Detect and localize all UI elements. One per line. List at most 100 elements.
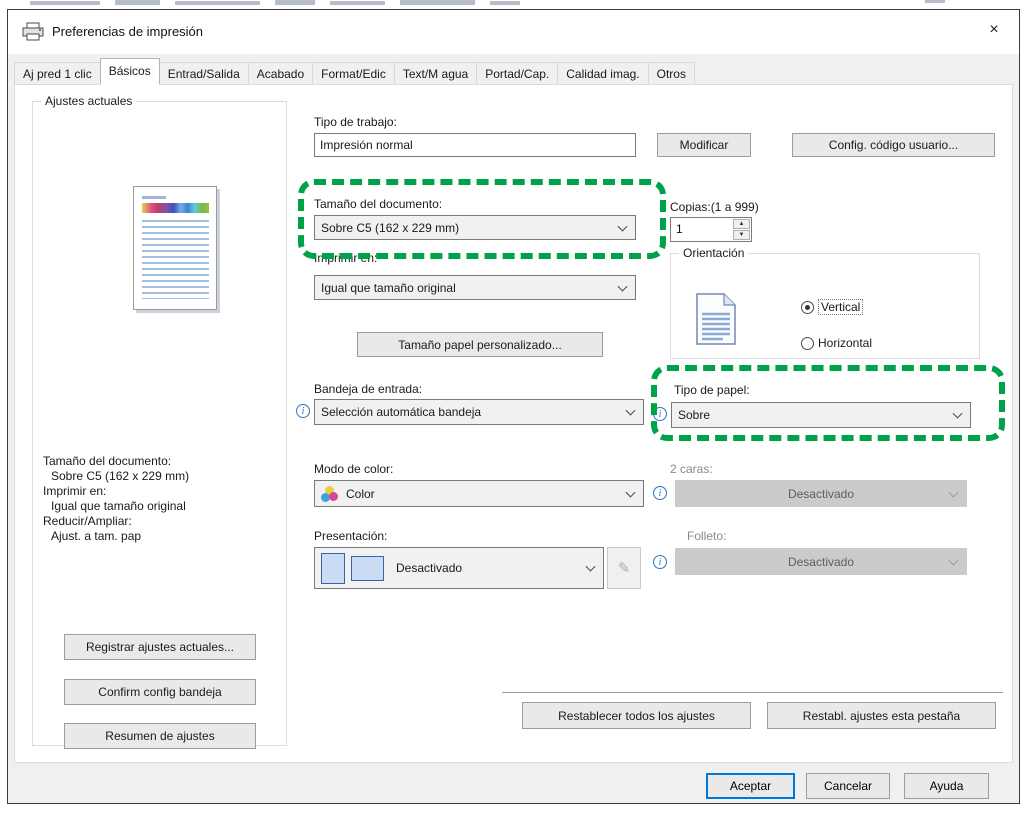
print-on-select[interactable]: Igual que tamaño original xyxy=(314,275,636,300)
print-on-label: Imprimir en: xyxy=(314,251,377,265)
presentation-value: Desactivado xyxy=(396,561,462,575)
orientation-group: Orientación Vertical Horizontal xyxy=(670,253,980,359)
presentation-label: Presentación: xyxy=(314,529,387,543)
preview-title-line xyxy=(142,196,166,199)
document-preview xyxy=(133,186,217,310)
background-text-fragment xyxy=(30,1,100,5)
paper-type-label: Tipo de papel: xyxy=(674,383,750,397)
background-text-fragment xyxy=(925,0,945,3)
tab-page-basicos: Ajustes actuales Tamaño del documento: S… xyxy=(14,84,1013,763)
radio-vertical[interactable] xyxy=(801,301,814,314)
user-code-config-button[interactable]: Config. código usuario... xyxy=(792,133,995,157)
chevron-down-icon xyxy=(618,281,628,291)
chevron-down-icon xyxy=(626,487,636,497)
background-text-fragment xyxy=(330,1,385,5)
booklet-select: Desactivado xyxy=(675,548,967,575)
tab-portad-cap[interactable]: Portad/Cap. xyxy=(476,62,558,85)
layout-landscape-icon xyxy=(351,556,384,581)
color-mode-select[interactable]: Color xyxy=(314,480,644,507)
spinner-down-icon[interactable]: ▼ xyxy=(733,230,750,240)
summary-print-on-value: Igual que tamaño original xyxy=(43,499,281,514)
input-tray-info-icon[interactable]: i xyxy=(296,404,310,418)
job-type-input[interactable] xyxy=(314,133,636,157)
chevron-down-icon xyxy=(618,221,628,231)
two-sided-select: Desactivado xyxy=(675,480,967,507)
custom-paper-size-button[interactable]: Tamaño papel personalizado... xyxy=(357,332,603,357)
radio-selected-dot xyxy=(805,305,810,310)
cancel-button[interactable]: Cancelar xyxy=(806,773,890,799)
reset-all-settings-button[interactable]: Restablecer todos los ajustes xyxy=(522,702,751,729)
current-settings-group: Ajustes actuales Tamaño del documento: S… xyxy=(32,101,287,746)
tab-basicos[interactable]: Básicos xyxy=(100,58,160,85)
color-balls-icon xyxy=(321,486,339,502)
summary-scale-label: Reducir/Ampliar: xyxy=(43,514,281,529)
chevron-down-icon xyxy=(626,406,636,416)
screenshot-stage: Preferencias de impresión × Aj pred 1 cl… xyxy=(0,0,1028,815)
paper-type-select[interactable]: Sobre xyxy=(671,402,971,428)
document-size-value: Sobre C5 (162 x 229 mm) xyxy=(321,221,459,235)
summary-print-on-label: Imprimir en: xyxy=(43,484,281,499)
close-icon[interactable]: × xyxy=(975,16,1013,44)
printer-icon xyxy=(21,22,45,42)
chevron-down-icon xyxy=(953,409,963,419)
background-text-fragment xyxy=(115,0,160,5)
reset-tab-settings-button[interactable]: Restabl. ajustes esta pestaña xyxy=(767,702,996,729)
layout-portrait-icon xyxy=(321,553,345,584)
summary-scale-value: Ajust. a tam. pap xyxy=(43,529,281,544)
settings-summary-button[interactable]: Resumen de ajustes xyxy=(64,723,256,749)
settings-summary: Tamaño del documento: Sobre C5 (162 x 22… xyxy=(43,454,281,544)
paper-type-value: Sobre xyxy=(678,408,710,422)
background-text-fragment xyxy=(175,1,260,5)
color-mode-value: Color xyxy=(346,487,375,501)
tab-entrad-salida[interactable]: Entrad/Salida xyxy=(159,62,249,85)
help-button[interactable]: Ayuda xyxy=(904,773,989,799)
tab-text-m-agua[interactable]: Text/M agua xyxy=(394,62,477,85)
confirm-tray-config-button[interactable]: Confirm config bandeja xyxy=(64,679,256,705)
two-sided-label: 2 caras: xyxy=(670,462,713,476)
background-text-fragment xyxy=(275,0,315,5)
booklet-label: Folleto: xyxy=(687,529,726,543)
spinner-up-icon[interactable]: ▲ xyxy=(733,219,750,229)
preview-text-lines xyxy=(142,220,209,299)
document-size-select[interactable]: Sobre C5 (162 x 229 mm) xyxy=(314,215,636,240)
input-tray-label: Bandeja de entrada: xyxy=(314,382,422,396)
register-current-settings-button[interactable]: Registrar ajustes actuales... xyxy=(64,634,256,660)
tab-calidad-imag[interactable]: Calidad imag. xyxy=(557,62,648,85)
tab-acabado[interactable]: Acabado xyxy=(248,62,313,85)
color-mode-label: Modo de color: xyxy=(314,462,393,476)
accept-button[interactable]: Aceptar xyxy=(706,773,795,799)
reset-separator xyxy=(502,692,1003,693)
current-settings-group-title: Ajustes actuales xyxy=(41,94,136,108)
tab-otros[interactable]: Otros xyxy=(648,62,695,85)
radio-horizontal-label[interactable]: Horizontal xyxy=(818,336,872,350)
two-sided-info-icon[interactable]: i xyxy=(653,486,667,500)
tab-aj-pred-1-clic[interactable]: Aj pred 1 clic xyxy=(14,62,101,85)
input-tray-value: Selección automática bandeja xyxy=(321,405,481,419)
booklet-info-icon[interactable]: i xyxy=(653,555,667,569)
two-sided-value: Desactivado xyxy=(788,487,854,501)
chevron-down-icon xyxy=(949,487,959,497)
tab-format-edic[interactable]: Format/Edic xyxy=(312,62,395,85)
chevron-down-icon xyxy=(586,562,596,572)
pencil-icon: ✎ xyxy=(618,559,631,577)
summary-doc-size-label: Tamaño del documento: xyxy=(43,454,281,469)
background-text-fragment xyxy=(400,0,475,5)
radio-vertical-label[interactable]: Vertical xyxy=(818,299,863,315)
copies-value: 1 xyxy=(671,218,732,241)
portrait-page-icon xyxy=(695,292,737,346)
input-tray-select[interactable]: Selección automática bandeja xyxy=(314,399,644,425)
modify-button[interactable]: Modificar xyxy=(657,133,751,157)
tab-strip: Aj pred 1 clic Básicos Entrad/Salida Aca… xyxy=(14,58,1013,85)
print-on-value: Igual que tamaño original xyxy=(321,281,456,295)
presentation-select[interactable]: Desactivado xyxy=(314,547,604,589)
background-text-fragment xyxy=(490,1,520,5)
copies-spinner: ▲ ▼ xyxy=(732,218,751,241)
orientation-group-title: Orientación xyxy=(679,246,748,260)
radio-horizontal[interactable] xyxy=(801,337,814,350)
document-size-label: Tamaño del documento: xyxy=(314,197,442,211)
paper-type-info-icon[interactable]: i xyxy=(653,407,667,421)
print-preferences-dialog: Preferencias de impresión × Aj pred 1 cl… xyxy=(7,9,1020,804)
edit-presentation-button: ✎ xyxy=(607,547,641,589)
copies-stepper[interactable]: 1 ▲ ▼ xyxy=(670,217,752,242)
job-type-label: Tipo de trabajo: xyxy=(314,115,397,129)
